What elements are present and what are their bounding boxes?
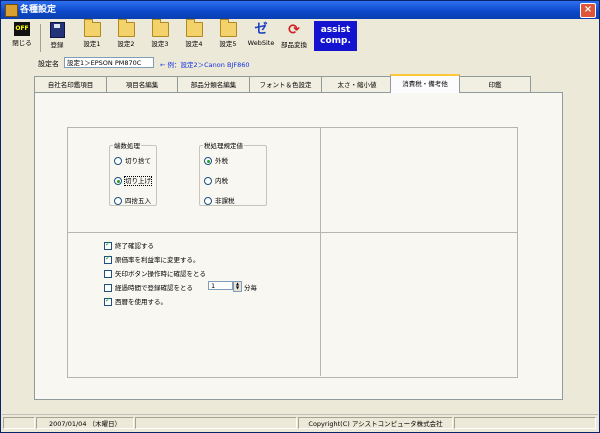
vertical-divider	[320, 128, 321, 376]
profit-rate-label: 原価率を利益率に変更する。	[115, 256, 200, 264]
radio-indicator-selected	[114, 177, 122, 185]
tax-title: 税処理規定値	[204, 142, 243, 150]
tab-item-name-edit[interactable]: 項目名編集	[106, 76, 178, 92]
status-panel-blank	[3, 417, 35, 429]
setting-5-button[interactable]: 設定5	[213, 19, 243, 55]
setting-name-example: ← 例：設定2＞Canon BJF860	[160, 61, 250, 69]
tab-seal[interactable]: 印鑑	[459, 76, 531, 92]
folder-icon	[185, 19, 203, 37]
status-date: 2007/01/04 （木曜日）	[36, 417, 134, 429]
elapsed-unit: 分毎	[244, 284, 257, 292]
website-button[interactable]: ゼ WebSite	[246, 22, 276, 55]
setting-name-bar: 設定名 設定1＞EPSON PM870C ← 例：設定2＞Canon BJF86…	[2, 57, 598, 71]
setting-name-label: 設定名	[38, 60, 59, 68]
close-button-label: 閉じる	[12, 39, 32, 47]
tab-parts-category-edit[interactable]: 部品分類名編集	[177, 76, 250, 92]
rounding-truncate-label: 切り捨て	[125, 157, 151, 165]
assist-logo-line2: comp.	[320, 36, 351, 46]
setting-2-button[interactable]: 設定2	[111, 19, 141, 55]
assist-logo-line1: assist	[320, 25, 351, 35]
folder-icon	[117, 19, 135, 37]
website-icon: ゼ	[254, 22, 268, 37]
folder-icon	[151, 19, 169, 37]
checkbox-indicator-checked	[104, 254, 112, 264]
elapsed-confirm-label: 経過時間で登録確認をとる	[115, 284, 193, 292]
tab-tax-notes[interactable]: 消費税・備考他	[390, 74, 460, 93]
close-window-button[interactable]: ×	[580, 3, 596, 18]
title-bar: 各種設定 ×	[1, 1, 599, 19]
status-panel-blank	[135, 417, 297, 429]
close-button[interactable]: OFF 閉じる	[8, 22, 36, 55]
arrow-confirm-checkbox[interactable]: 矢印ボタン操作時に確認をとる	[104, 268, 206, 278]
radio-indicator	[114, 197, 122, 205]
setting-3-label: 設定3	[151, 40, 169, 48]
checkbox-indicator-checked	[104, 240, 112, 250]
status-copyright: Copyright(C) アシストコンピュータ株式会社	[298, 417, 453, 429]
rounding-title: 端数処理	[114, 142, 140, 150]
toolbar-separator	[40, 24, 41, 52]
tab-company-seal-items[interactable]: 自社名印鑑項目	[34, 76, 107, 92]
tax-group: 税処理規定値 外税 内税 非課税	[199, 140, 267, 206]
rounding-round-label: 四捨五入	[125, 197, 151, 205]
setting-1-button[interactable]: 設定1	[77, 19, 107, 55]
parts-convert-label: 部品変換	[281, 41, 307, 49]
setting-1-label: 設定1	[83, 40, 101, 48]
tab-font-color[interactable]: フォント＆色設定	[249, 76, 322, 92]
tax-inclusive-label: 内税	[215, 177, 228, 185]
tax-exclusive-label: 外税	[215, 157, 228, 165]
rounding-round-radio[interactable]: 四捨五入	[114, 195, 151, 205]
setting-5-label: 設定5	[219, 40, 237, 48]
tab-thickness-scale[interactable]: 太さ・縮小値	[321, 76, 393, 92]
elapsed-minutes-input[interactable]: 1	[208, 281, 233, 290]
setting-name-input[interactable]: 設定1＞EPSON PM870C	[64, 57, 154, 68]
western-year-label: 西暦を使用する。	[115, 298, 167, 306]
tax-exempt-radio[interactable]: 非課税	[204, 195, 235, 205]
folder-icon	[219, 19, 237, 37]
rounding-group: 端数処理 切り捨て 切り上げ 四捨五入	[109, 140, 157, 206]
tab-panel: 端数処理 切り捨て 切り上げ 四捨五入 税処理規定値 外税 内税 非課税 ✓終了…	[34, 92, 563, 400]
setting-4-button[interactable]: 設定4	[179, 19, 209, 55]
confirm-exit-checkbox[interactable]: 終了確認する	[104, 240, 154, 250]
save-disk-icon	[49, 22, 65, 38]
profit-rate-checkbox[interactable]: 原価率を利益率に変更する。	[104, 254, 200, 264]
settings-group-box: 端数処理 切り捨て 切り上げ 四捨五入 税処理規定値 外税 内税 非課税 ✓終了…	[67, 127, 518, 378]
tax-exclusive-radio[interactable]: 外税	[204, 155, 228, 165]
radio-indicator	[204, 197, 212, 205]
settings-window: 各種設定 × OFF 閉じる 登録 設定1 設定2 設定3 設定4 設定5 ゼ …	[0, 0, 600, 433]
register-button-label: 登録	[50, 41, 64, 49]
tax-exempt-label: 非課税	[215, 197, 235, 205]
elapsed-confirm-checkbox[interactable]: 経過時間で登録確認をとる	[104, 282, 193, 292]
setting-2-label: 設定2	[117, 40, 135, 48]
rounding-roundup-radio[interactable]: 切り上げ	[114, 175, 152, 186]
convert-arrows-icon: ⟳	[288, 22, 300, 38]
radio-indicator	[204, 177, 212, 185]
register-button[interactable]: 登録	[44, 22, 70, 55]
spin-down-icon: ▼	[235, 285, 240, 290]
website-label: WebSite	[247, 39, 275, 47]
checkbox-indicator	[104, 270, 112, 278]
rounding-roundup-label: 切り上げ	[124, 176, 152, 186]
checkbox-indicator	[104, 284, 112, 292]
western-year-checkbox[interactable]: 西暦を使用する。	[104, 296, 167, 306]
toolbar: OFF 閉じる 登録 設定1 設定2 設定3 設定4 設定5 ゼ WebSite…	[2, 19, 598, 57]
assist-comp-logo[interactable]: assist comp.	[314, 21, 357, 51]
radio-indicator	[114, 157, 122, 165]
off-icon: OFF	[14, 22, 30, 36]
app-icon	[5, 4, 18, 17]
setting-3-button[interactable]: 設定3	[145, 19, 175, 55]
arrow-confirm-label: 矢印ボタン操作時に確認をとる	[115, 270, 206, 278]
horizontal-divider	[68, 232, 517, 233]
parts-convert-button[interactable]: ⟳ 部品変換	[278, 22, 310, 55]
rounding-truncate-radio[interactable]: 切り捨て	[114, 155, 151, 165]
window-title: 各種設定	[20, 5, 57, 15]
checkbox-indicator-checked	[104, 296, 112, 306]
confirm-exit-label: 終了確認する	[115, 242, 154, 250]
setting-4-label: 設定4	[185, 40, 203, 48]
elapsed-minutes-spinner[interactable]: ▲ ▼	[233, 281, 242, 292]
tax-inclusive-radio[interactable]: 内税	[204, 175, 228, 185]
folder-icon	[83, 19, 101, 37]
status-panel-blank	[454, 417, 596, 429]
radio-indicator-selected	[204, 157, 212, 165]
status-bar: 2007/01/04 （木曜日） Copyright(C) アシストコンピュータ…	[2, 414, 598, 432]
